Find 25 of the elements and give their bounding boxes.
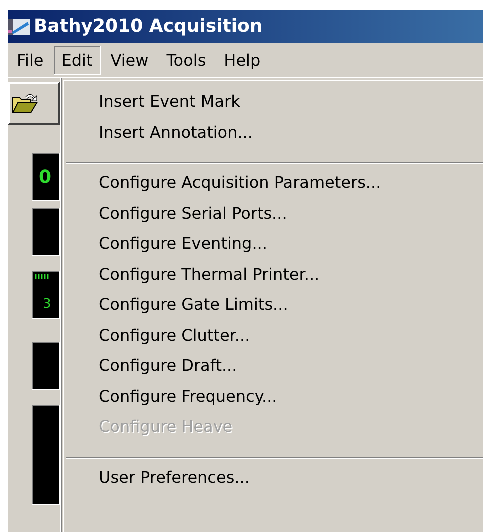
menu-option[interactable]: Configure Draft... [64, 351, 483, 382]
tick-marks-icon [35, 274, 49, 279]
menu-item[interactable]: View [102, 46, 157, 74]
menu-option[interactable]: Configure Acquisition Parameters... [64, 168, 483, 198]
menu-item[interactable]: Help [216, 46, 269, 74]
folder-icon [12, 92, 38, 114]
digital-readout: 0 [32, 153, 60, 201]
menu-option[interactable]: Configure Clutter... [64, 320, 483, 351]
menu-item[interactable]: File [9, 46, 52, 74]
menu-option[interactable]: User Preferences... [64, 462, 483, 493]
menu-option[interactable]: Insert Annotation... [64, 118, 483, 148]
window-title: Bathy2010 Acquisition [34, 16, 263, 37]
open-button[interactable] [8, 82, 60, 125]
menu-option[interactable]: Configure Frequency... [64, 382, 483, 412]
app-icon [8, 16, 30, 36]
menu-option[interactable]: Configure Eventing... [64, 229, 483, 260]
menu-option[interactable]: Insert Event Mark [64, 87, 483, 118]
menu-option[interactable]: Configure Serial Ports... [64, 198, 483, 229]
display-panel [32, 208, 60, 256]
display-panel [32, 342, 60, 390]
menu-option[interactable]: Configure Gate Limits... [64, 290, 483, 320]
menu-option[interactable]: Configure Thermal Printer... [64, 260, 483, 290]
gauge-reading: 3 [42, 297, 52, 312]
menu-item[interactable]: Tools [158, 46, 214, 74]
menu-item[interactable]: Edit [54, 46, 101, 74]
